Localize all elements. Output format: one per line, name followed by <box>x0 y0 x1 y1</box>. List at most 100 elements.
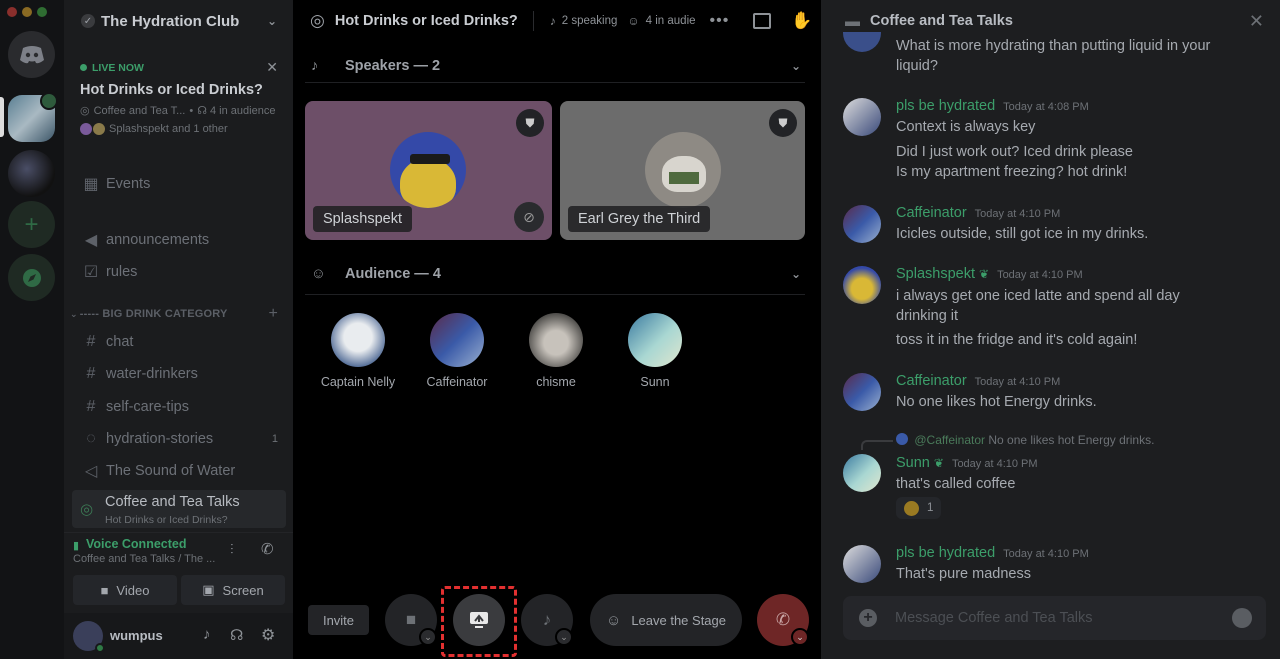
stage-icon: ◎ <box>80 501 94 518</box>
channel-self-care-tips[interactable]: # self-care-tips <box>72 393 286 421</box>
sprout-icon: ❦ <box>979 267 990 281</box>
live-speakers: Splashspekt and 1 other <box>109 123 228 135</box>
channel-announcements[interactable]: ◀ announcements <box>72 226 286 254</box>
channel-hydration-stories[interactable]: ◌ hydration-stories 1 <box>72 425 286 453</box>
speaker-icon: ◁ <box>84 463 98 480</box>
channel-water-drinkers[interactable]: # water-drinkers <box>72 360 286 388</box>
audience-member[interactable]: Sunn <box>610 313 700 389</box>
server-icon-space[interactable] <box>8 150 55 197</box>
chevron-down-icon: ⌄ <box>70 308 78 319</box>
avatar[interactable] <box>843 98 881 136</box>
request-to-speak-icon[interactable]: ✋ <box>791 11 812 31</box>
events-label: Events <box>106 176 151 192</box>
channel-sidebar: ✓ The Hydration Club ⌄ LIVE NOW ✕ Hot Dr… <box>64 0 293 659</box>
popout-icon[interactable] <box>753 13 772 29</box>
category-big-drink[interactable]: ⌄ ----- BIG DRINK CATEGORY + <box>70 305 286 323</box>
audience-count: 4 in audie <box>645 15 696 27</box>
noise-suppression-icon[interactable]: ⫶ <box>230 541 234 558</box>
disconnect-button[interactable]: ✆ ⌄ <box>757 594 809 646</box>
muted-mic-icon: ⊘ <box>514 202 544 232</box>
chat-title: Coffee and Tea Talks <box>870 13 1013 29</box>
reply-preview[interactable]: @Caffeinator No one likes hot Energy dri… <box>896 433 1154 447</box>
video-label: Video <box>116 582 150 598</box>
reaction-pill[interactable]: 1 <box>896 497 942 519</box>
microphone-options-caret[interactable]: ⌄ <box>555 628 573 646</box>
message-author[interactable]: Sunn ❦ Today at 4:10 PM <box>896 455 1038 471</box>
message-author[interactable]: Caffeinator Today at 4:10 PM <box>896 373 1060 389</box>
compass-icon <box>22 268 41 287</box>
calendar-icon: ▦ <box>83 176 99 193</box>
explore-servers-button[interactable] <box>8 254 55 301</box>
rules-check-icon: ☑ <box>83 264 99 281</box>
speaker-avatar <box>80 123 92 135</box>
speaking-count: 2 speaking <box>561 15 618 27</box>
stage-channel-label: Coffee and Tea Talks <box>105 494 240 510</box>
avatar[interactable] <box>843 205 881 243</box>
chevron-down-icon: ⌄ <box>790 267 801 281</box>
speaker-avatar <box>93 123 105 135</box>
add-channel-icon[interactable]: + <box>268 305 278 323</box>
reply-connector <box>861 440 893 450</box>
camera-options-caret[interactable]: ⌄ <box>419 628 437 646</box>
invite-button[interactable]: Invite <box>308 605 369 635</box>
guild-header[interactable]: ✓ The Hydration Club ⌄ <box>64 0 293 42</box>
live-stage-card[interactable]: LIVE NOW ✕ Hot Drinks or Iced Drinks? ◎ … <box>72 50 286 142</box>
channel-chat[interactable]: # chat <box>72 328 286 356</box>
message-author[interactable]: pls be hydrated Today at 4:08 PM <box>896 98 1089 114</box>
emoji-picker-icon[interactable] <box>1232 608 1252 628</box>
video-button[interactable]: ■ Video <box>73 575 177 605</box>
reply-mention: @Caffeinator <box>914 433 986 447</box>
speaker-tile[interactable]: Splashspekt ⛊ ⊘ <box>305 101 552 240</box>
camera-button[interactable]: ■ ⌄ <box>385 594 437 646</box>
audience-name: chisme <box>536 375 576 389</box>
avatar[interactable] <box>73 621 105 653</box>
avatar[interactable] <box>843 545 881 583</box>
message-author[interactable]: Splashspekt ❦ Today at 4:10 PM <box>896 266 1083 282</box>
avatar[interactable] <box>843 373 881 411</box>
close-icon[interactable]: ✕ <box>266 59 278 76</box>
message-timestamp: Today at 4:10 PM <box>1003 548 1089 560</box>
audience-section-header[interactable]: ☺ Audience — 4 ⌄ <box>305 254 805 295</box>
chat-header: ▬ Coffee and Tea Talks ✕ <box>821 0 1280 42</box>
add-attachment-icon[interactable]: + <box>859 609 877 627</box>
avatar[interactable] <box>843 266 881 304</box>
chevron-down-icon: ⌄ <box>266 14 277 28</box>
message-line: toss it in the fridge and it's cold agai… <box>896 332 1138 348</box>
screen-button[interactable]: ▣ Screen <box>181 575 285 605</box>
window-close-dot[interactable] <box>7 7 17 17</box>
audience-icon: ☺ <box>311 266 326 282</box>
message-line: That's pure madness <box>896 566 1031 582</box>
voice-location[interactable]: Coffee and Tea Talks / The ... <box>73 553 215 565</box>
channel-rules[interactable]: ☑ rules <box>72 258 286 286</box>
message-input[interactable] <box>895 603 1215 633</box>
window-maximize-dot[interactable] <box>37 7 47 17</box>
channel-coffee-tea-talks[interactable]: ◎ Coffee and Tea Talks Hot Drinks or Ice… <box>72 490 286 528</box>
disconnect-call-icon[interactable]: ✆ <box>261 540 274 558</box>
verified-check-icon: ✓ <box>81 14 95 28</box>
headphones-icon: ☊ <box>197 105 207 117</box>
audience-member[interactable]: chisme <box>511 313 601 389</box>
speaker-tile[interactable]: Earl Grey the Third ⛊ <box>560 101 805 240</box>
microphone-button[interactable]: ♪ ⌄ <box>521 594 573 646</box>
audience-member[interactable]: Caffeinator <box>412 313 502 389</box>
megaphone-icon: ◀ <box>84 232 98 249</box>
avatar[interactable] <box>843 454 881 492</box>
gear-icon[interactable]: ⚙ <box>261 625 275 645</box>
headphones-icon[interactable]: ☊ <box>230 626 243 644</box>
message-author[interactable]: Caffeinator Today at 4:10 PM <box>896 205 1060 221</box>
window-minimize-dot[interactable] <box>22 7 32 17</box>
disconnect-options-caret[interactable]: ⌄ <box>791 628 809 646</box>
add-server-button[interactable]: + <box>8 201 55 248</box>
message-author[interactable]: pls be hydrated Today at 4:10 PM <box>896 545 1089 561</box>
close-icon[interactable]: ✕ <box>1249 11 1264 32</box>
home-button[interactable] <box>8 31 55 78</box>
speakers-section-header[interactable]: ♪ Speakers — 2 ⌄ <box>305 49 805 83</box>
server-icon-hydration-club[interactable] <box>8 92 58 142</box>
more-options-icon[interactable]: ••• <box>710 12 730 30</box>
audience-member[interactable]: Captain Nelly <box>313 313 403 389</box>
leave-stage-button[interactable]: ☺ Leave the Stage <box>590 594 742 646</box>
microphone-icon[interactable]: ♪ <box>203 626 211 643</box>
channel-sound-of-water[interactable]: ◁ The Sound of Water <box>72 457 286 485</box>
screen-share-button[interactable] <box>453 594 505 646</box>
events-item[interactable]: ▦ Events <box>72 170 286 198</box>
